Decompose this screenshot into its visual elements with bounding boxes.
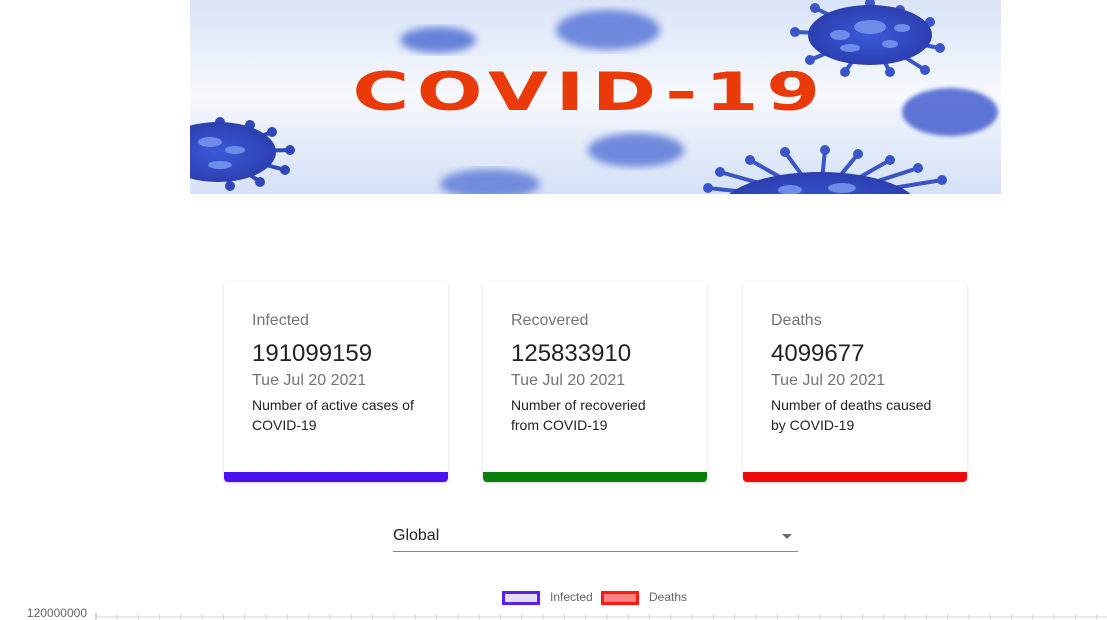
page: COVID-19 Infected 191099159 Tue Jul 20 2… — [0, 0, 1107, 620]
card-value: 125833910 — [511, 340, 632, 367]
infected-card: Infected 191099159 Tue Jul 20 2021 Numbe… — [224, 282, 448, 482]
country-select[interactable]: Global — [393, 520, 798, 552]
chevron-down-icon[interactable] — [782, 534, 792, 539]
chart-plot-area — [95, 613, 1107, 620]
covid-banner-image: COVID-19 — [190, 0, 1001, 194]
card-date: Tue Jul 20 2021 — [771, 372, 886, 389]
card-color-bar — [743, 472, 967, 482]
legend-swatch-deaths — [601, 591, 639, 605]
card-description: Number of recoveried from COVID-19 — [511, 397, 646, 433]
recovered-card: Recovered 125833910 Tue Jul 20 2021 Numb… — [483, 282, 707, 482]
country-select-value: Global — [393, 527, 440, 544]
legend-label-infected: Infected — [550, 590, 593, 604]
card-value: 4099677 — [771, 340, 865, 367]
virus-icon — [703, 145, 947, 194]
card-label: Deaths — [771, 312, 822, 329]
banner-title: COVID-19 — [352, 60, 828, 123]
chart-legend: Infected Deaths — [0, 590, 1107, 606]
card-description: Number of deaths caused by COVID-19 — [771, 397, 932, 433]
card-date: Tue Jul 20 2021 — [252, 372, 367, 389]
card-color-bar — [483, 472, 707, 482]
legend-label-deaths: Deaths — [649, 590, 688, 604]
chart-grid — [95, 613, 1107, 620]
deaths-card: Deaths 4099677 Tue Jul 20 2021 Number of… — [743, 282, 967, 482]
legend-swatch-infected — [502, 591, 540, 605]
card-description: Number of active cases of COVID-19 — [252, 397, 414, 433]
card-label: Recovered — [511, 312, 589, 329]
card-date: Tue Jul 20 2021 — [511, 372, 626, 389]
card-color-bar — [224, 472, 448, 482]
virus-icon — [190, 117, 295, 191]
card-label: Infected — [252, 312, 309, 329]
card-value: 191099159 — [252, 340, 373, 367]
